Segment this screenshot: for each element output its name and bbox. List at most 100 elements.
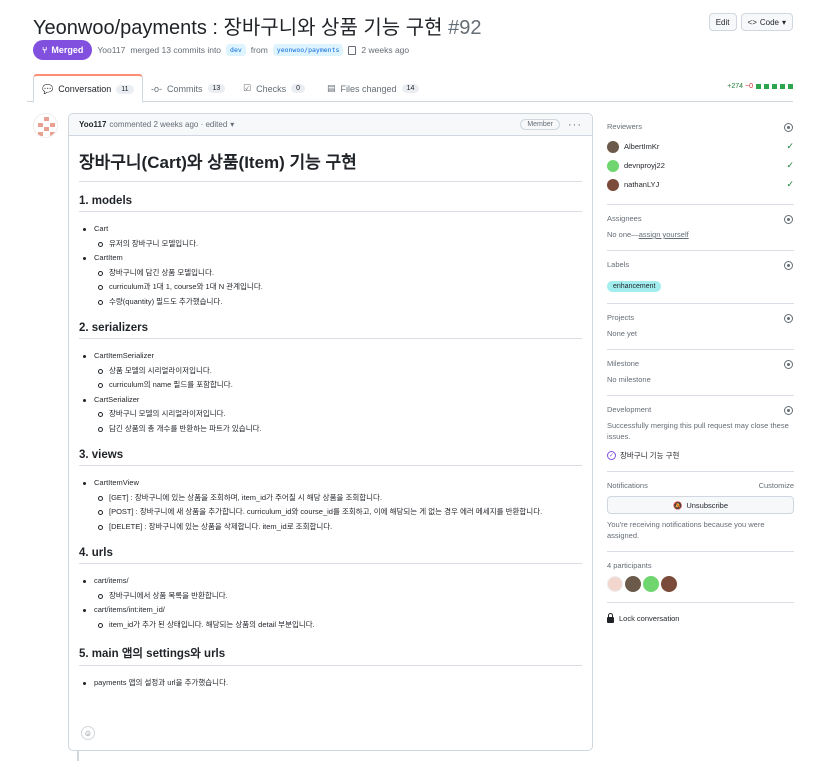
diffstat: +274 −0 <box>727 83 793 90</box>
sub-list-item: 유저의 장바구니 모델입니다. <box>94 237 582 252</box>
reviewer-row[interactable]: AlbertImKr ✓ <box>607 137 794 156</box>
projects-section: Projects None yet <box>607 304 794 350</box>
reviewer-avatar <box>607 159 619 172</box>
copy-icon[interactable] <box>348 45 357 55</box>
sub-list-item: curriculum의 name 필드를 포함합니다. <box>94 378 582 393</box>
comment-title: 장바구니(Cart)와 상품(Item) 기능 구현 <box>79 148 582 182</box>
participant-avatar[interactable] <box>643 576 659 592</box>
sub-list-item: 장바구니 모델의 시리얼라이저입니다. <box>94 407 582 422</box>
kebab-menu-icon[interactable]: ··· <box>568 119 582 131</box>
sub-list: 유저의 장바구니 모델입니다. <box>94 237 582 252</box>
comment-author[interactable]: Yoo117 <box>79 120 106 129</box>
sub-list-item: 장바구니에 담긴 상품 모델입니다. <box>94 266 582 281</box>
sub-list: 상품 모델의 시리얼라이저입니다. curriculum의 name 필드를 포함… <box>94 364 582 393</box>
sub-list-item: [DELETE] : 장바구니에 있는 상품을 삭제합니다. item_id로 … <box>94 520 582 535</box>
development-section: Development Successfully merging this pu… <box>607 396 794 472</box>
member-badge: Member <box>520 119 560 130</box>
milestone-section: Milestone No milestone <box>607 350 794 396</box>
participant-avatar[interactable] <box>625 576 641 592</box>
tab-checks[interactable]: ☑ Checks 0 <box>235 74 313 103</box>
pr-meta: ⑂ Merged Yoo117 merged 13 commits into d… <box>33 40 409 60</box>
list-item: cart/items/int:item_id/item_id가 추가 된 상태입… <box>79 603 582 632</box>
bell-slash-icon: 🔕 <box>672 500 683 510</box>
comment-header: Yoo117 commented 2 weeks ago · edited ▾ … <box>69 114 592 136</box>
comment-meta: commented 2 weeks ago · edited <box>109 120 228 129</box>
gear-icon[interactable] <box>784 314 793 323</box>
assignees-title: Assignees <box>607 214 642 223</box>
reviewer-name: AlbertImKr <box>624 142 660 151</box>
merge-text: merged 13 commits into <box>130 45 222 55</box>
section-heading: 3. views <box>79 449 582 466</box>
unsubscribe-button[interactable]: 🔕 Unsubscribe <box>607 496 794 514</box>
base-branch[interactable]: dev <box>226 44 246 56</box>
linked-issue[interactable]: ✓ 장바구니 기능 구현 <box>607 450 794 461</box>
pr-author[interactable]: Yoo117 <box>97 45 125 55</box>
reviewers-list: AlbertImKr ✓ devnproyj22 ✓ nathanLYJ ✓ <box>607 137 794 194</box>
gear-icon[interactable] <box>784 261 793 270</box>
participant-avatar[interactable] <box>661 576 677 592</box>
section-list: CartItemSerializer 상품 모델의 시리얼라이저입니다. curri… <box>79 349 582 436</box>
gear-icon[interactable] <box>784 406 793 415</box>
gear-icon[interactable] <box>784 215 793 224</box>
tab-conversation[interactable]: 💬 Conversation 11 <box>33 74 143 103</box>
chevron-down-icon: ▾ <box>781 17 786 27</box>
participant-avatar[interactable] <box>607 576 623 592</box>
pr-title-text: Yeonwoo/payments : 장바구니와 상품 기능 구현 <box>33 17 443 39</box>
gear-icon[interactable] <box>784 360 793 369</box>
head-branch[interactable]: yeonwoo/payments <box>272 44 344 56</box>
lock-conversation-link[interactable]: Lock conversation <box>607 603 794 623</box>
sub-list-item: 상품 모델의 시리얼라이저입니다. <box>94 364 582 379</box>
label-enhancement[interactable]: enhancement <box>607 281 662 292</box>
sub-list: 장바구니 모델의 시리얼라이저입니다. 담긴 상품의 총 개수를 반환하는 파트가… <box>94 407 582 436</box>
milestone-title: Milestone <box>607 359 640 368</box>
edited-chevron-icon[interactable]: ▾ <box>230 120 234 129</box>
header-actions: Edit <> Code ▾ <box>708 13 793 31</box>
list-item-text: cart/items/int:item_id/ <box>94 605 165 614</box>
participants-avatars <box>607 576 794 592</box>
sub-list-item: [POST] : 장바구니에 새 상품을 추가합니다. curriculum_i… <box>94 505 582 520</box>
sub-list: 장바구니에서 상품 목록을 반환합니다. <box>94 589 582 604</box>
sub-list-item: [GET] : 장바구니에 있는 상품을 조회하며, item_id가 주어질 … <box>94 491 582 506</box>
author-avatar[interactable] <box>33 113 58 138</box>
lock-icon <box>607 613 614 623</box>
code-button[interactable]: <> Code ▾ <box>740 13 793 31</box>
file-diff-icon: ▤ <box>327 83 336 93</box>
labels-title: Labels <box>607 260 630 269</box>
list-item-text: CartItem <box>94 253 123 262</box>
reviewers-title: Reviewers <box>607 122 643 131</box>
reviewer-row[interactable]: nathanLYJ ✓ <box>607 175 794 194</box>
tab-commits[interactable]: -o- Commits 13 <box>143 74 233 103</box>
reviewer-avatar <box>607 178 619 191</box>
assignees-section: Assignees No one—assign yourself <box>607 205 794 251</box>
section-list: payments 앱의 설정과 url을 추가했습니다. <box>79 676 582 691</box>
list-item-text: CartItemSerializer <box>94 351 155 360</box>
section-list: CartItemView [GET] : 장바구니에 있는 상품을 조회하며, i… <box>79 476 582 534</box>
section-heading: 5. main 앱의 settings와 urls <box>79 645 582 666</box>
list-item: CartSerializer 장바구니 모델의 시리얼라이저입니다. 담긴 상품의 … <box>79 393 582 437</box>
list-item: cart/items/장바구니에서 상품 목록을 반환합니다. <box>79 574 582 603</box>
list-item: CartItemView [GET] : 장바구니에 있는 상품을 조회하며, i… <box>79 476 582 534</box>
section-heading: 4. urls <box>79 547 582 564</box>
tab-files-changed[interactable]: ▤ Files changed 14 <box>319 74 427 103</box>
reviewer-row[interactable]: devnproyj22 ✓ <box>607 156 794 175</box>
checklist-icon: ☑ <box>243 83 252 93</box>
check-icon: ✓ <box>786 179 794 189</box>
section-list: Cart 유저의 장바구니 모델입니다. CartItem 장바구니에 담긴 상품 모… <box>79 222 582 309</box>
merge-icon: ⑂ <box>42 45 48 55</box>
smiley-icon[interactable]: ☺ <box>81 726 95 740</box>
sub-list-item: curriculum과 1대 1, course와 1대 N 관계입니다. <box>94 280 582 295</box>
list-item-text: CartSerializer <box>94 394 140 404</box>
reviewer-avatar <box>607 140 619 153</box>
edit-button[interactable]: Edit <box>708 13 737 31</box>
milestone-none: No milestone <box>607 375 651 384</box>
gear-icon[interactable] <box>784 123 793 132</box>
list-item: CartItem 장바구니에 담긴 상품 모델입니다. curriculum과 1대… <box>79 251 582 309</box>
pr-title: Yeonwoo/payments : 장바구니와 상품 기능 구현 #92 <box>33 11 482 40</box>
reviewer-name: devnproyj22 <box>624 161 665 170</box>
participants-section: 4 participants <box>607 552 794 603</box>
customize-link[interactable]: Customize <box>759 481 794 490</box>
merge-time: 2 weeks ago <box>361 45 410 55</box>
section-list: cart/items/장바구니에서 상품 목록을 반환합니다. cart/item… <box>79 574 582 632</box>
commit-icon: -o- <box>151 83 162 94</box>
assign-yourself-link[interactable]: assign yourself <box>639 230 689 239</box>
